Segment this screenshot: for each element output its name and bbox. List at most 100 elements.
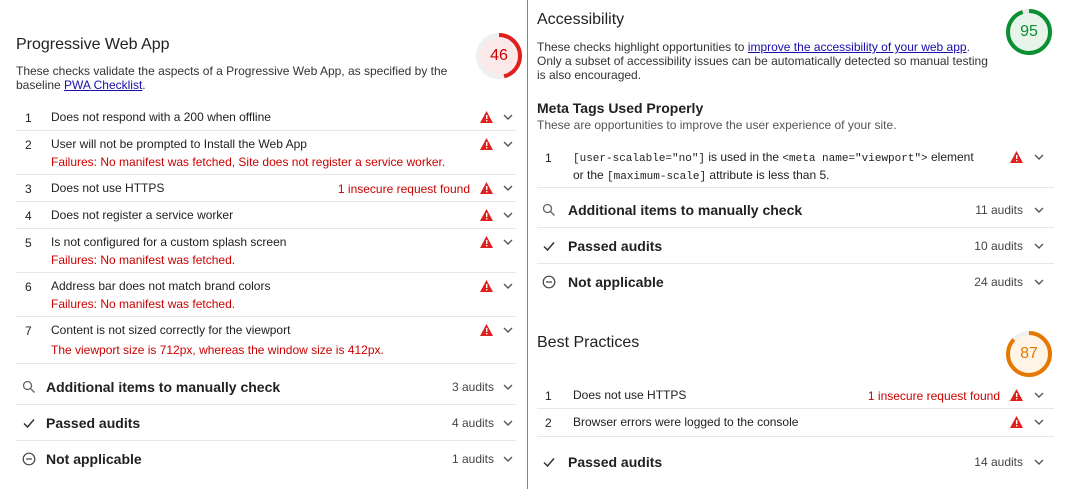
audit-failure-text: Failures: No manifest was fetched. xyxy=(51,297,236,311)
audit-title: Does not respond with a 200 when offline xyxy=(51,110,271,124)
pwa-group-manual[interactable]: Additional items to manually check 3 aud… xyxy=(16,369,516,405)
check-icon xyxy=(23,419,35,429)
accessibility-title: Accessibility xyxy=(537,11,625,28)
group-count: 1 audits xyxy=(451,452,494,466)
accessibility-group-manual[interactable]: Additional items to manually check 11 au… xyxy=(537,192,1054,228)
audit-number: 6 xyxy=(25,280,32,294)
warning-triangle-icon xyxy=(480,209,493,221)
chevron-down-icon[interactable] xyxy=(1034,418,1044,426)
pwa-description: These checks validate the aspects of a P… xyxy=(16,64,456,92)
check-icon xyxy=(543,242,555,252)
pwa-score-gauge[interactable]: 46 xyxy=(475,32,523,80)
best-practices-audit-row[interactable]: 1 Does not use HTTPS 1 insecure request … xyxy=(537,382,1054,409)
audit-text: is used in the xyxy=(705,150,783,164)
audit-title: Does not use HTTPS xyxy=(51,181,165,195)
code-maximum-scale: [maximum-scale] xyxy=(607,171,707,183)
audit-title: [user-scalable="no"] is used in the <met… xyxy=(573,149,993,185)
group-count: 24 audits xyxy=(974,275,1023,289)
chevron-down-icon[interactable] xyxy=(503,326,513,334)
audit-title: Does not use HTTPS xyxy=(573,388,687,402)
accessibility-group-not-applicable[interactable]: Not applicable 24 audits xyxy=(537,264,1054,300)
audit-title: Does not register a service worker xyxy=(51,208,234,222)
pwa-audit-row[interactable]: 5 Is not configured for a custom splash … xyxy=(16,229,516,273)
audit-title: User will not be prompted to Install the… xyxy=(51,137,307,151)
chevron-down-icon[interactable] xyxy=(1034,242,1044,250)
chevron-down-icon[interactable] xyxy=(1034,153,1044,161)
best-practices-group-passed[interactable]: Passed audits 14 audits xyxy=(537,444,1054,480)
accessibility-score-value: 95 xyxy=(1020,23,1038,40)
search-icon xyxy=(542,203,555,216)
best-practices-score-gauge[interactable]: 87 xyxy=(1005,330,1053,378)
group-count: 11 audits xyxy=(975,203,1023,217)
audit-title: Address bar does not match brand colors xyxy=(51,279,271,293)
pwa-checklist-link[interactable]: PWA Checklist xyxy=(64,78,142,92)
audit-number: 1 xyxy=(545,151,552,165)
chevron-down-icon[interactable] xyxy=(1034,206,1044,214)
group-count: 3 audits xyxy=(451,380,494,394)
code-meta-viewport: <meta name="viewport"> xyxy=(782,153,928,165)
group-count: 4 audits xyxy=(451,416,494,430)
accessibility-desc-text: These checks highlight opportunities to xyxy=(537,40,748,54)
chevron-down-icon[interactable] xyxy=(503,211,513,219)
audit-title: Is not configured for a custom splash sc… xyxy=(51,235,287,249)
audit-number: 7 xyxy=(25,324,32,338)
minus-circle-icon xyxy=(542,275,556,289)
audit-title: Content is not sized correctly for the v… xyxy=(51,323,291,337)
pwa-category: Progressive Web App 46 These checks vali… xyxy=(0,0,527,489)
group-label: Passed audits xyxy=(568,238,663,254)
audit-failure-text: Failures: No manifest was fetched, Site … xyxy=(51,155,446,169)
chevron-down-icon[interactable] xyxy=(503,113,513,121)
pwa-audit-row[interactable]: 1 Does not respond with a 200 when offli… xyxy=(16,104,516,131)
pwa-group-passed[interactable]: Passed audits 4 audits xyxy=(16,405,516,441)
pwa-audit-row[interactable]: 6 Address bar does not match brand color… xyxy=(16,273,516,317)
warning-triangle-icon xyxy=(480,182,493,194)
chevron-down-icon[interactable] xyxy=(503,419,513,427)
group-label: Additional items to manually check xyxy=(46,379,281,395)
pwa-audit-row[interactable]: 4 Does not register a service worker xyxy=(16,202,516,229)
chevron-down-icon[interactable] xyxy=(503,455,513,463)
chevron-down-icon[interactable] xyxy=(1034,278,1044,286)
chevron-down-icon[interactable] xyxy=(503,383,513,391)
group-count: 14 audits xyxy=(974,455,1023,469)
meta-tags-group-title: Meta Tags Used Properly xyxy=(537,100,704,116)
accessibility-link[interactable]: improve the accessibility of your web ap… xyxy=(748,40,967,54)
audit-number: 3 xyxy=(25,182,32,196)
pwa-audit-row[interactable]: 7 Content is not sized correctly for the… xyxy=(16,317,516,364)
audit-failure-text: The viewport size is 712px, whereas the … xyxy=(51,343,384,357)
warning-triangle-icon xyxy=(1010,151,1023,163)
group-label: Not applicable xyxy=(46,451,142,467)
accessibility-group-passed[interactable]: Passed audits 10 audits xyxy=(537,228,1054,264)
chevron-down-icon[interactable] xyxy=(1034,458,1044,466)
pwa-audit-row[interactable]: 3 Does not use HTTPS 1 insecure request … xyxy=(16,175,516,202)
chevron-down-icon[interactable] xyxy=(503,282,513,290)
audit-display-value: 1 insecure request found xyxy=(337,182,470,196)
pwa-group-not-applicable[interactable]: Not applicable 1 audits xyxy=(16,441,516,477)
audit-number: 2 xyxy=(25,138,32,152)
accessibility-score-gauge[interactable]: 95 xyxy=(1005,8,1053,56)
best-practices-audit-row[interactable]: 2 Browser errors were logged to the cons… xyxy=(537,409,1054,437)
search-icon xyxy=(22,380,35,393)
minus-circle-icon xyxy=(22,452,36,466)
warning-triangle-icon xyxy=(480,280,493,292)
pwa-desc-suffix: . xyxy=(142,78,146,92)
meta-tags-group-description: These are opportunities to improve the u… xyxy=(537,118,897,132)
chevron-down-icon[interactable] xyxy=(503,238,513,246)
audit-text: element xyxy=(927,150,974,164)
pwa-score-value: 46 xyxy=(490,47,508,64)
audit-number: 1 xyxy=(545,389,552,403)
accessibility-audit-row[interactable]: 1 [user-scalable="no"] is used in the <m… xyxy=(537,142,1054,188)
pwa-audit-row[interactable]: 2 User will not be prompted to Install t… xyxy=(16,131,516,175)
warning-triangle-icon xyxy=(480,111,493,123)
accessibility-description: These checks highlight opportunities to … xyxy=(537,40,997,82)
group-label: Additional items to manually check xyxy=(568,202,803,218)
check-icon xyxy=(543,458,555,468)
chevron-down-icon[interactable] xyxy=(503,140,513,148)
group-label: Passed audits xyxy=(568,454,663,470)
warning-triangle-icon xyxy=(480,324,493,336)
group-label: Passed audits xyxy=(46,415,141,431)
audit-number: 5 xyxy=(25,236,32,250)
audit-text: attribute is less than 5. xyxy=(706,168,830,182)
audit-number: 2 xyxy=(545,416,552,430)
chevron-down-icon[interactable] xyxy=(503,184,513,192)
chevron-down-icon[interactable] xyxy=(1034,391,1044,399)
